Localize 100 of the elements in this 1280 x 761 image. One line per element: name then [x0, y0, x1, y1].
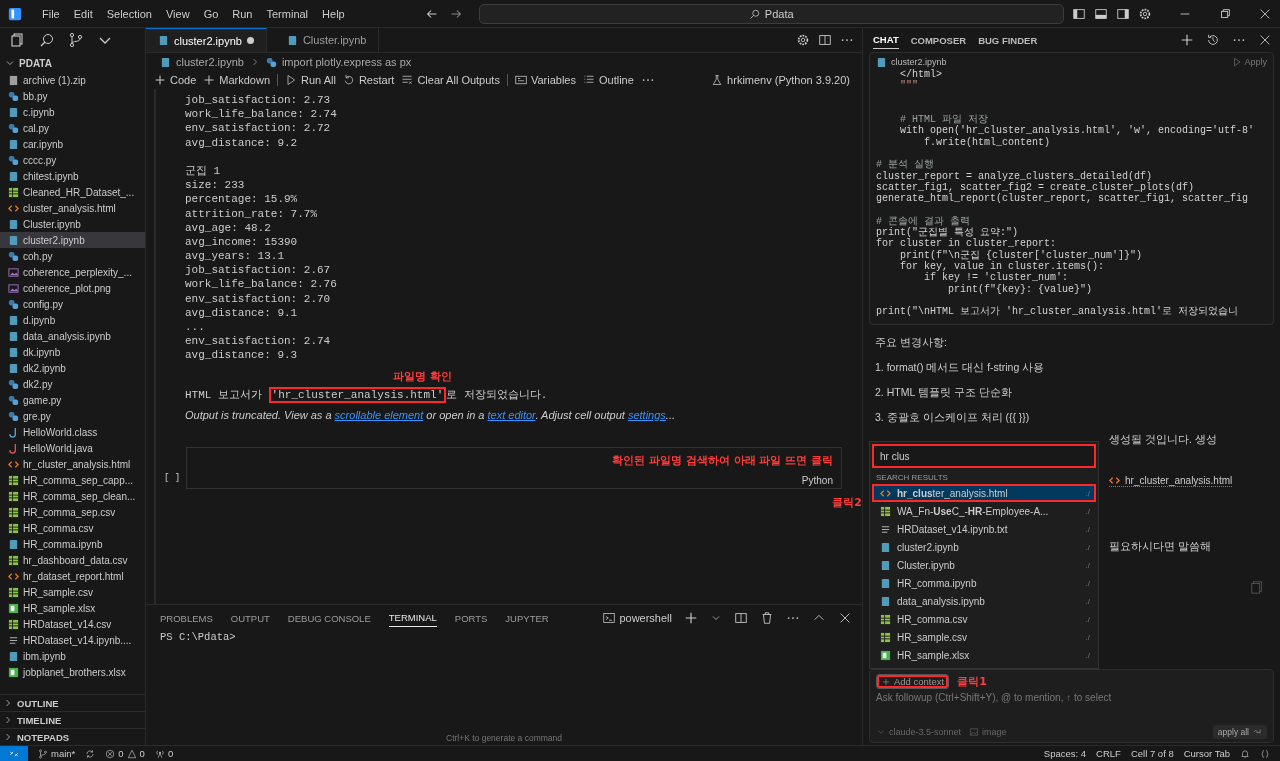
command-search-field[interactable]: Pdata: [478, 3, 1064, 24]
breadcrumb-item[interactable]: cluster2.ipynb: [176, 56, 244, 68]
search-result[interactable]: Cluster.ipynb ./: [872, 556, 1096, 574]
explorer-entry[interactable]: HRDataset_v14.ipynb....: [0, 632, 145, 648]
status-item[interactable]: Cell 7 of 8: [1130, 748, 1174, 759]
split-editor-icon[interactable]: [818, 33, 832, 47]
explorer-entry[interactable]: HR_sample.xlsx: [0, 600, 145, 616]
link[interactable]: text editor: [487, 408, 536, 421]
panel-tab[interactable]: JUPYTER: [505, 609, 549, 627]
explorer-entry[interactable]: dk2.py: [0, 376, 145, 392]
plus-icon[interactable]: [684, 611, 698, 625]
explorer-entry[interactable]: bb.py: [0, 88, 145, 104]
chat-tab[interactable]: COMPOSER: [910, 31, 967, 49]
panel-tab[interactable]: OUTPUT: [230, 609, 270, 627]
braces-icon[interactable]: [1260, 748, 1270, 759]
search-field[interactable]: hr clus: [872, 444, 1096, 468]
explorer-entry[interactable]: data_analysis.ipynb: [0, 328, 145, 344]
explorer-entry[interactable]: coherence_plot.png: [0, 280, 145, 296]
explorer-entry[interactable]: hr_dashboard_data.csv: [0, 552, 145, 568]
remote-button[interactable]: [0, 745, 28, 761]
explorer-entry[interactable]: archive (1).zip: [0, 72, 145, 88]
search-icon[interactable]: [39, 32, 55, 48]
bell-icon[interactable]: [1240, 748, 1250, 759]
explorer-entry[interactable]: chitest.ipynb: [0, 168, 145, 184]
settings-icon[interactable]: [1138, 6, 1152, 21]
explorer-entry[interactable]: HR_sample.csv: [0, 584, 145, 600]
explorer-entry[interactable]: HRDataset_v14.csv: [0, 616, 145, 632]
explorer-entry[interactable]: Cleaned_HR_Dataset_...: [0, 184, 145, 200]
explorer-entry[interactable]: d.ipynb: [0, 312, 145, 328]
explorer-entry[interactable]: HR_comma_sep.csv: [0, 504, 145, 520]
chat-tab[interactable]: BUG FINDER: [978, 31, 1038, 49]
menu-item[interactable]: File: [36, 7, 66, 20]
menu-item[interactable]: Edit: [67, 7, 99, 20]
toolbar-button[interactable]: Code: [154, 74, 197, 86]
chat-input[interactable]: Add context 클릭1 Ask followup (Ctrl+Shift+Y), @ to mention, ↑ to select claude-3.5-sonnet image apply all: [869, 669, 1274, 743]
explorer-entry[interactable]: cluster_analysis.html: [0, 200, 145, 216]
menu-item[interactable]: Help: [316, 7, 351, 20]
panel-tab[interactable]: PROBLEMS: [160, 609, 213, 627]
chat-tab[interactable]: CHAT: [873, 31, 899, 49]
sidebar-section-header[interactable]: TIMELINE: [0, 711, 145, 728]
explorer-entry[interactable]: dk.ipynb: [0, 344, 145, 360]
menu-item[interactable]: Run: [226, 7, 259, 20]
kernel-picker[interactable]: hrkimenv (Python 3.9.20): [711, 74, 850, 86]
link[interactable]: settings: [627, 408, 666, 421]
explorer-entry[interactable]: cal.py: [0, 120, 145, 136]
explorer-entry[interactable]: Cluster.ipynb: [0, 216, 145, 232]
terminal-picker[interactable]: powershell: [603, 612, 672, 624]
explorer-entry[interactable]: jobplanet_brothers.xlsx: [0, 664, 145, 680]
editor-tab[interactable]: cluster2.ipynb: [146, 28, 267, 52]
search-result[interactable]: HR_sample.csv ./: [872, 628, 1096, 646]
explorer-entry[interactable]: gre.py: [0, 408, 145, 424]
search-result[interactable]: hr_cluster_analysis.html ./: [872, 484, 1096, 502]
trash-icon[interactable]: [760, 611, 774, 625]
plus-icon[interactable]: [1180, 33, 1194, 47]
explorer-entry[interactable]: coherence_perplexity_...: [0, 264, 145, 280]
explorer-entry[interactable]: HR_comma.ipynb: [0, 536, 145, 552]
search-result[interactable]: HR_comma.ipynb ./: [872, 574, 1096, 592]
problems-status[interactable]: 0 0: [105, 748, 145, 759]
explorer-entry[interactable]: game.py: [0, 392, 145, 408]
explorer-icon[interactable]: [10, 32, 26, 48]
explorer-entry[interactable]: HR_comma.csv: [0, 520, 145, 536]
toolbar-button[interactable]: Variables: [514, 74, 576, 86]
ports-status[interactable]: 0: [154, 748, 174, 759]
code-cell[interactable]: 확인된 파일명 검색하여 아래 파일 뜨면 클릭 Python: [186, 446, 842, 489]
menu-item[interactable]: Selection: [100, 7, 158, 20]
toolbar-button[interactable]: Restart: [342, 74, 395, 86]
apply-button[interactable]: Apply: [1232, 57, 1267, 67]
history-icon[interactable]: [1206, 33, 1220, 47]
sync-icon[interactable]: [85, 748, 96, 759]
search-result[interactable]: data_analysis.ipynb ./: [872, 592, 1096, 610]
editor-tab[interactable]: Cluster.ipynb: [274, 28, 380, 52]
cell-language[interactable]: Python: [801, 474, 833, 486]
toolbar-button[interactable]: Run All: [285, 74, 336, 86]
search-result[interactable]: HR_comma.csv ./: [872, 610, 1096, 628]
source-control-icon[interactable]: [68, 32, 84, 48]
explorer-entry[interactable]: HelloWorld.java: [0, 440, 145, 456]
search-result[interactable]: cluster2.ipynb ./: [872, 538, 1096, 556]
breadcrumb-item[interactable]: import plotly.express as px: [281, 56, 412, 68]
panel-tab[interactable]: DEBUG CONSOLE: [287, 609, 371, 627]
explorer-entry[interactable]: HR_comma_sep_clean...: [0, 488, 145, 504]
apply-all-button[interactable]: apply all: [1212, 725, 1267, 739]
explorer-entry[interactable]: coh.py: [0, 248, 145, 264]
search-result[interactable]: HR_sample.xlsx ./: [872, 646, 1096, 664]
sidebar-section-header[interactable]: NOTEPADS: [0, 728, 145, 745]
panel-tab[interactable]: PORTS: [454, 609, 488, 627]
restore-icon[interactable]: [1218, 6, 1232, 21]
branch-status[interactable]: main*: [38, 748, 76, 759]
explorer-entry[interactable]: dk2.ipynb: [0, 360, 145, 376]
menu-item[interactable]: View: [159, 7, 196, 20]
toolbar-button[interactable]: Outline: [582, 74, 634, 86]
secondary-sidebar-toggle-icon[interactable]: [1116, 6, 1130, 21]
toolbar-button[interactable]: Markdown: [203, 74, 271, 86]
explorer-entry[interactable]: HR_comma_sep_capp...: [0, 472, 145, 488]
search-result[interactable]: WA_Fn-UseC_-HR-Employee-A... ./: [872, 502, 1096, 520]
sidebar-section-header[interactable]: OUTLINE: [0, 694, 145, 711]
explorer-entry[interactable]: cccc.py: [0, 152, 145, 168]
explorer-entry[interactable]: config.py: [0, 296, 145, 312]
explorer-entry[interactable]: c.ipynb: [0, 104, 145, 120]
explorer-entry[interactable]: car.ipynb: [0, 136, 145, 152]
link[interactable]: scrollable element: [334, 408, 424, 421]
